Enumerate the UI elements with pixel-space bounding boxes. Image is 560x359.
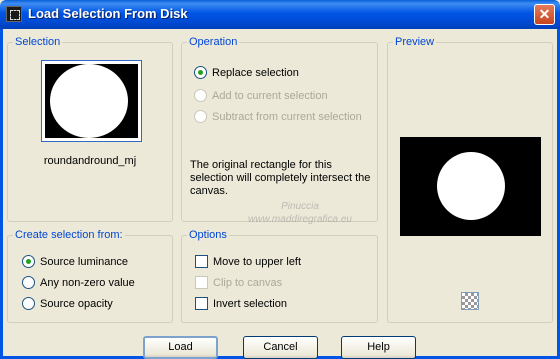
selection-group-label: Selection — [13, 36, 63, 48]
selection-thumbnail[interactable] — [41, 60, 142, 142]
radio-button[interactable] — [22, 297, 35, 310]
radio-source-luminance[interactable]: Source luminance — [22, 255, 128, 268]
radio-label: Source luminance — [40, 255, 129, 268]
radio-any-nonzero[interactable]: Any non-zero value — [22, 276, 135, 289]
radio-replace-selection[interactable]: Replace selection — [194, 66, 299, 79]
options-group-label: Options — [187, 229, 229, 241]
close-button[interactable]: ✕ — [534, 4, 555, 25]
checkerboard-toggle-icon[interactable] — [461, 292, 479, 310]
watermark-line-1: Pinuccia — [281, 201, 319, 212]
watermark-line-2: www.maddiregrafica.eu — [248, 214, 352, 225]
checkbox-invert-selection[interactable]: Invert selection — [195, 297, 287, 310]
radio-button[interactable] — [22, 276, 35, 289]
window-title: Load Selection From Disk — [28, 6, 188, 21]
selection-group: Selection roundandround_mj — [7, 36, 173, 222]
preview-group-label: Preview — [393, 36, 437, 48]
radio-label: Subtract from current selection — [212, 110, 362, 123]
checkbox-label: Move to upper left — [213, 255, 302, 268]
radio-source-opacity[interactable]: Source opacity — [22, 297, 113, 310]
radio-label: Any non-zero value — [40, 276, 135, 289]
watermark: Pinuccia www.maddiregrafica.eu — [205, 200, 395, 226]
selection-app-icon — [6, 6, 22, 22]
intersect-info-text: The original rectangle for this selectio… — [190, 159, 371, 197]
preview-image — [400, 137, 541, 236]
operation-group-label: Operation — [187, 36, 240, 48]
create-from-group: Create selection from: Source luminance … — [7, 229, 173, 323]
preview-group: Preview — [387, 36, 553, 323]
radio-button[interactable] — [194, 66, 207, 79]
checkbox-label: Clip to canvas — [213, 276, 283, 289]
load-button[interactable]: Load — [143, 336, 218, 359]
checkbox-clip-canvas[interactable]: Clip to canvas — [195, 276, 282, 289]
preview-circle — [437, 152, 505, 220]
title-bar[interactable]: Load Selection From Disk ✕ — [0, 0, 560, 29]
checkbox[interactable] — [195, 276, 208, 289]
thumbnail-circle — [50, 64, 128, 138]
create-from-group-label: Create selection from: — [13, 229, 125, 241]
radio-button[interactable] — [22, 255, 35, 268]
radio-label: Add to current selection — [212, 89, 328, 102]
help-button[interactable]: Help — [341, 336, 416, 359]
operation-group: Operation Replace selection Add to curre… — [181, 36, 378, 222]
radio-label: Source opacity — [40, 297, 113, 310]
radio-label: Replace selection — [212, 66, 299, 79]
checkbox-label: Invert selection — [213, 297, 287, 310]
radio-subtract-selection[interactable]: Subtract from current selection — [194, 110, 362, 123]
radio-button[interactable] — [194, 89, 207, 102]
options-group: Options Move to upper left Clip to canva… — [181, 229, 378, 323]
thumbnail-image — [45, 64, 138, 138]
checkbox[interactable] — [195, 255, 208, 268]
checkbox-move-upper-left[interactable]: Move to upper left — [195, 255, 301, 268]
selection-filename: roundandround_mj — [43, 155, 137, 167]
radio-button[interactable] — [194, 110, 207, 123]
cancel-button[interactable]: Cancel — [243, 336, 318, 359]
checkbox[interactable] — [195, 297, 208, 310]
radio-add-selection[interactable]: Add to current selection — [194, 89, 328, 102]
